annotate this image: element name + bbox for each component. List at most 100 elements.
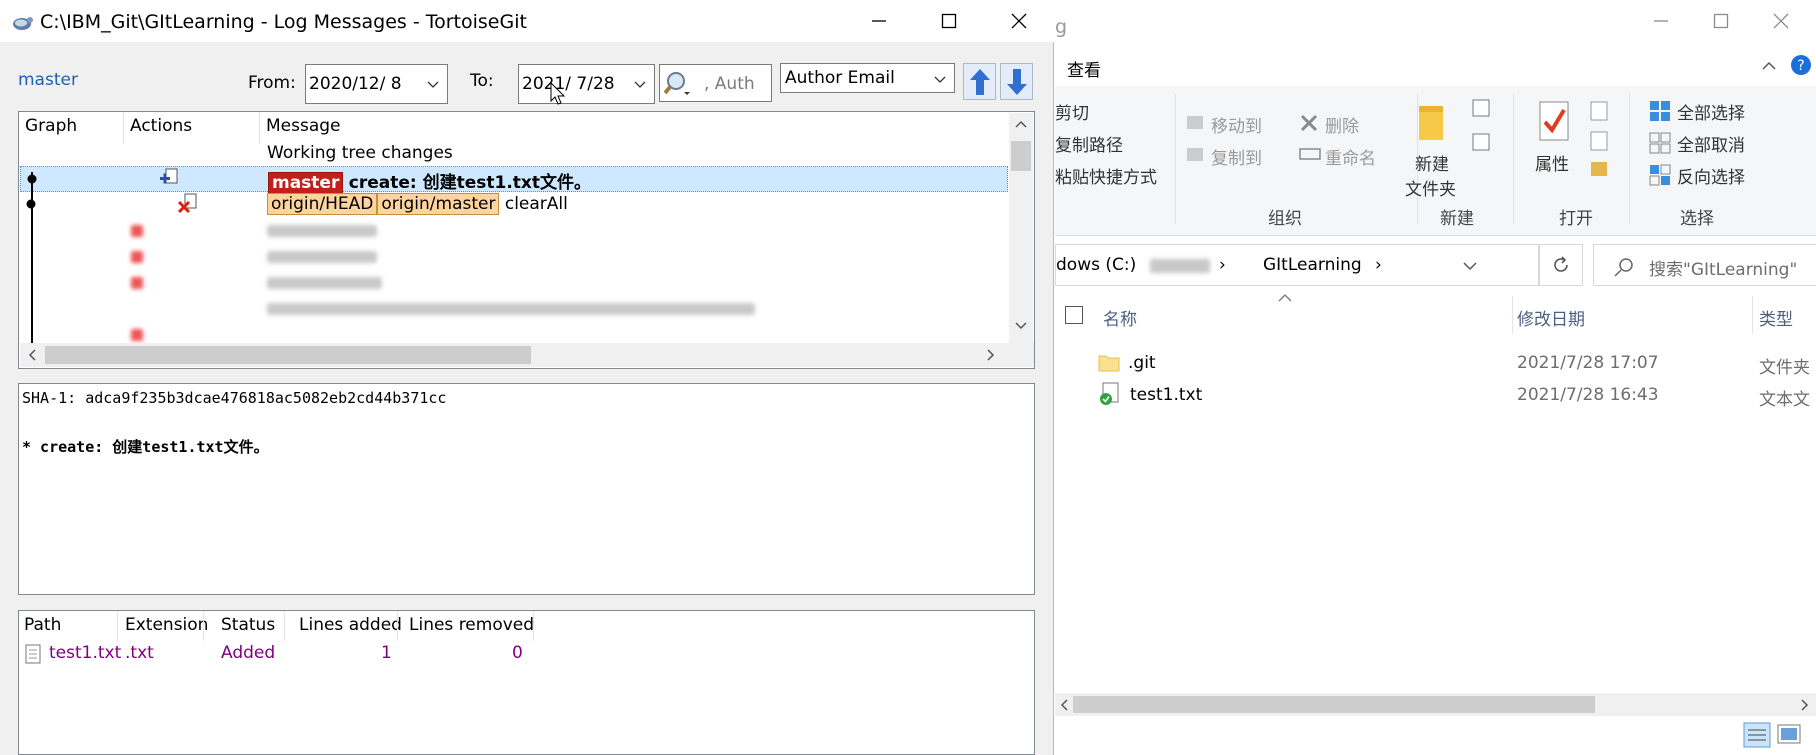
from-date-value: 2020/12/ 8 bbox=[309, 74, 402, 94]
blurred-action-icon bbox=[131, 277, 143, 289]
svg-text:?: ? bbox=[1797, 58, 1804, 74]
filter-field-dropdown[interactable]: Author Email bbox=[780, 63, 955, 93]
select-all-checkbox[interactable] bbox=[1065, 306, 1083, 324]
minimize-icon bbox=[872, 20, 886, 22]
select-none-icon bbox=[1649, 132, 1671, 154]
copy-path-button[interactable]: 复制路径 bbox=[1055, 131, 1123, 156]
scrollbar-thumb[interactable] bbox=[45, 346, 531, 364]
log-row-selected[interactable]: master create: 创建test1.txt文件。 bbox=[20, 166, 1008, 194]
refresh-button[interactable] bbox=[1539, 244, 1583, 286]
close-icon bbox=[1773, 13, 1789, 29]
column-header-actions[interactable]: Actions bbox=[130, 116, 192, 136]
changed-files-list[interactable]: Path Extension Status Lines added Lines … bbox=[18, 610, 1035, 755]
close-button[interactable] bbox=[984, 0, 1054, 42]
column-header-name[interactable]: 名称 bbox=[1103, 305, 1137, 330]
breadcrumb-drive[interactable]: dows (C:) bbox=[1056, 255, 1136, 275]
new-folder-label-2[interactable]: 文件夹 bbox=[1405, 175, 1456, 200]
help-icon[interactable]: ? bbox=[1790, 54, 1812, 76]
details-view-icon[interactable] bbox=[1743, 722, 1771, 748]
scroll-up-icon bbox=[1015, 120, 1027, 128]
scrollbar-thumb[interactable] bbox=[1011, 141, 1031, 171]
column-header-type[interactable]: 类型 bbox=[1759, 305, 1793, 330]
log-row-working-tree[interactable]: Working tree changes bbox=[20, 140, 1008, 166]
commit-subject: * create: 创建test1.txt文件。 bbox=[22, 438, 269, 456]
log-message: Working tree changes bbox=[267, 143, 453, 163]
log-row[interactable]: origin/HEAD origin/master clearAll bbox=[20, 192, 1008, 218]
file-status: Added bbox=[221, 643, 276, 663]
scroll-down-icon bbox=[1015, 322, 1027, 330]
new-folder-label-1[interactable]: 新建 bbox=[1415, 150, 1449, 175]
file-explorer-window: g 查看 ? 剪切 复制路径 粘贴快捷方式 移动到 复制到 删除 重命名 新建 … bbox=[1055, 0, 1816, 755]
navigate-up-button[interactable] bbox=[963, 63, 996, 100]
branch-tag-origin-master: origin/master bbox=[377, 193, 500, 215]
branch-link[interactable]: master bbox=[18, 70, 78, 90]
column-header-lines-removed[interactable]: Lines removed bbox=[409, 615, 534, 635]
column-divider bbox=[1752, 296, 1753, 334]
rename-icon bbox=[1299, 148, 1321, 160]
file-lines-removed: 0 bbox=[512, 643, 523, 663]
tortoisegit-app-icon bbox=[13, 17, 33, 30]
column-header-modified[interactable]: 修改日期 bbox=[1517, 305, 1585, 330]
large-icons-view-icon[interactable] bbox=[1777, 724, 1801, 746]
breadcrumb-chevron: › bbox=[1219, 255, 1226, 275]
log-row-blurred[interactable] bbox=[20, 270, 1008, 296]
scroll-left-icon bbox=[28, 349, 36, 361]
log-message: clearAll bbox=[504, 194, 568, 214]
search-icon bbox=[1614, 258, 1633, 277]
horizontal-scrollbar[interactable] bbox=[1055, 693, 1816, 716]
to-label: To: bbox=[470, 71, 494, 91]
breadcrumb-folder[interactable]: GItLearning bbox=[1263, 255, 1362, 275]
window-title: C:\IBM_Git\GItLearning - Log Messages - … bbox=[40, 11, 527, 33]
minimize-icon bbox=[1654, 20, 1668, 22]
log-row-blurred[interactable] bbox=[20, 244, 1008, 270]
file-deleted-icon bbox=[177, 193, 197, 214]
collapse-ribbon-icon[interactable] bbox=[1761, 60, 1777, 72]
tab-view[interactable]: 查看 bbox=[1067, 56, 1101, 81]
cut-button[interactable]: 剪切 bbox=[1055, 99, 1089, 124]
move-to-button[interactable]: 移动到 bbox=[1211, 112, 1262, 137]
address-bar[interactable]: dows (C:) › GItLearning › bbox=[1055, 244, 1539, 286]
select-all-icon bbox=[1650, 101, 1670, 121]
vertical-scrollbar[interactable] bbox=[1009, 113, 1033, 343]
ribbon-divider bbox=[1629, 94, 1630, 224]
maximize-button[interactable] bbox=[914, 0, 984, 42]
ribbon-group-select: 选择 bbox=[1680, 209, 1714, 229]
properties-icon bbox=[1539, 101, 1569, 141]
select-none-button[interactable]: 全部取消 bbox=[1677, 131, 1745, 156]
column-header-extension[interactable]: Extension bbox=[125, 615, 208, 635]
paste-shortcut-button[interactable]: 粘贴快捷方式 bbox=[1055, 163, 1157, 188]
properties-button[interactable]: 属性 bbox=[1535, 150, 1569, 175]
column-header-path[interactable]: Path bbox=[24, 615, 61, 635]
commit-log-list[interactable]: Graph Actions Message Working tree chang… bbox=[18, 111, 1035, 369]
to-date-picker[interactable]: 2021/ 7/28 bbox=[518, 64, 655, 104]
folder-search-input[interactable]: 搜索"GItLearning" bbox=[1593, 244, 1816, 286]
copy-to-button[interactable]: 复制到 bbox=[1211, 144, 1262, 169]
navigate-down-button[interactable] bbox=[1000, 63, 1033, 100]
column-header-lines-added[interactable]: Lines added bbox=[299, 615, 402, 635]
rename-button[interactable]: 重命名 bbox=[1325, 144, 1376, 169]
file-modified: 2021/7/28 16:43 bbox=[1517, 385, 1659, 405]
close-button[interactable] bbox=[1746, 0, 1816, 42]
blurred-text bbox=[267, 277, 382, 289]
file-path: test1.txt bbox=[49, 643, 122, 663]
log-row-blurred[interactable] bbox=[20, 218, 1008, 244]
delete-button[interactable]: 删除 bbox=[1325, 112, 1359, 137]
blurred-breadcrumb bbox=[1150, 259, 1210, 273]
minimize-button[interactable] bbox=[844, 0, 914, 42]
column-header-message[interactable]: Message bbox=[266, 116, 341, 136]
select-all-button[interactable]: 全部选择 bbox=[1677, 99, 1745, 124]
commit-details-pane[interactable]: SHA-1: adca9f235b3dcae476818ac5082eb2cd4… bbox=[18, 383, 1035, 595]
from-date-picker[interactable]: 2020/12/ 8 bbox=[305, 64, 448, 104]
chevron-down-icon[interactable] bbox=[1463, 261, 1477, 271]
scroll-right-icon bbox=[1801, 699, 1809, 711]
horizontal-scrollbar[interactable] bbox=[20, 343, 1034, 367]
invert-selection-button[interactable]: 反向选择 bbox=[1677, 163, 1745, 188]
column-header-status[interactable]: Status bbox=[221, 615, 275, 635]
to-date-value: 2021/ 7/28 bbox=[522, 74, 615, 94]
log-row-blurred[interactable] bbox=[20, 296, 1008, 322]
column-divider bbox=[284, 611, 285, 641]
column-header-graph[interactable]: Graph bbox=[25, 116, 77, 136]
sort-ascending-icon bbox=[1278, 294, 1292, 302]
scrollbar-thumb[interactable] bbox=[1073, 696, 1595, 713]
log-search-input[interactable]: , Auth bbox=[659, 64, 772, 102]
